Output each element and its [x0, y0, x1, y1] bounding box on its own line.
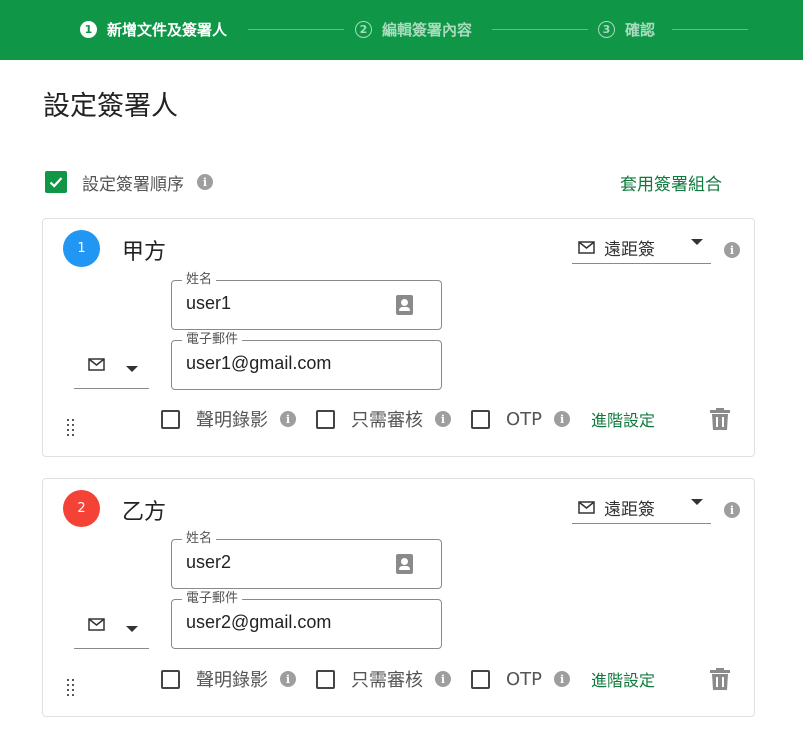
contact-book-icon[interactable]: [396, 554, 413, 574]
info-icon[interactable]: i: [280, 671, 296, 687]
step-number: 1: [80, 20, 97, 38]
step-divider: [492, 29, 588, 30]
sign-method-select[interactable]: 遠距簽: [572, 491, 711, 524]
option-label: OTP: [506, 668, 543, 690]
advanced-settings-link[interactable]: 進階設定: [591, 407, 655, 431]
advanced-settings-link[interactable]: 進階設定: [591, 667, 655, 691]
email-field-label: 電子郵件: [182, 591, 243, 607]
review-only-checkbox[interactable]: [316, 409, 335, 429]
otp-checkbox[interactable]: [471, 669, 490, 689]
step-2[interactable]: 2 編輯簽署內容: [355, 18, 472, 40]
name-field[interactable]: 姓名 user2: [171, 531, 442, 589]
info-icon[interactable]: i: [724, 502, 740, 518]
contact-book-icon[interactable]: [396, 295, 413, 315]
notify-channel-select[interactable]: [74, 353, 149, 389]
info-icon[interactable]: i: [435, 411, 451, 427]
step-number: 2: [355, 20, 372, 38]
email-field[interactable]: 電子郵件 user1@gmail.com: [171, 332, 442, 390]
info-icon[interactable]: i: [280, 411, 296, 427]
trash-icon[interactable]: [710, 668, 730, 690]
step-label: 確認: [625, 20, 656, 39]
step-number: 3: [598, 20, 615, 38]
chevron-down-icon: [691, 499, 703, 505]
step-3[interactable]: 3 確認: [598, 18, 655, 40]
step-divider: [248, 29, 344, 30]
stepper-header: 1 新增文件及簽署人 2 編輯簽署內容 3 確認: [0, 0, 803, 60]
sign-method-value: 遠距簽: [604, 239, 655, 260]
otp-checkbox[interactable]: [471, 409, 490, 429]
chevron-down-icon: [126, 626, 138, 632]
signer-name: 甲方: [122, 240, 167, 265]
name-field-value: user2: [186, 552, 232, 572]
signer-options-row: 聲明錄影 i 只需審核 i OTP i 進階設定: [161, 407, 655, 431]
signer-index-badge: 2: [63, 490, 100, 527]
email-field[interactable]: 電子郵件 user2@gmail.com: [171, 591, 442, 649]
email-field-value: user1@gmail.com: [186, 353, 332, 373]
info-icon[interactable]: i: [197, 174, 213, 190]
step-label: 編輯簽署內容: [382, 20, 473, 39]
info-icon[interactable]: i: [554, 671, 571, 687]
name-field-label: 姓名: [182, 531, 217, 547]
signer-name: 乙方: [122, 500, 167, 525]
signing-order-row: 設定簽署順序 i: [45, 170, 213, 195]
video-statement-checkbox[interactable]: [161, 409, 180, 429]
mail-icon: [578, 240, 595, 254]
signer-options-row: 聲明錄影 i 只需審核 i OTP i 進階設定: [161, 667, 655, 691]
step-1[interactable]: 1 新增文件及簽署人: [80, 18, 227, 40]
page-title: 設定簽署人: [43, 91, 178, 122]
step-label: 新增文件及簽署人: [107, 20, 228, 39]
sign-method-value: 遠距簽: [604, 499, 655, 520]
email-field-value: user2@gmail.com: [186, 612, 332, 632]
info-icon[interactable]: i: [724, 242, 740, 258]
chevron-down-icon: [691, 239, 703, 245]
signer-index-badge: 1: [63, 230, 100, 267]
option-label: 聲明錄影: [196, 670, 268, 691]
name-field-label: 姓名: [182, 272, 217, 288]
mail-icon: [578, 500, 595, 514]
signer-card-2: 2 乙方 遠距簽 i 姓名 user2 電子郵件 user2@gmail.com…: [42, 478, 755, 717]
option-label: 聲明錄影: [196, 410, 268, 431]
info-icon[interactable]: i: [435, 671, 451, 687]
drag-handle-icon[interactable]: [66, 419, 76, 441]
name-field[interactable]: 姓名 user1: [171, 272, 442, 330]
email-field-label: 電子郵件: [182, 332, 243, 348]
drag-handle-icon[interactable]: [66, 679, 76, 701]
trash-icon[interactable]: [710, 408, 730, 430]
option-label: 只需審核: [351, 410, 423, 431]
signer-card-1: 1 甲方 遠距簽 i 姓名 user1 電子郵件 user1@gmail.com…: [42, 218, 755, 457]
review-only-checkbox[interactable]: [316, 669, 335, 689]
option-label: 只需審核: [351, 670, 423, 691]
option-label: OTP: [506, 408, 543, 430]
signing-order-checkbox[interactable]: [45, 171, 67, 193]
apply-signer-group-link[interactable]: 套用簽署組合: [620, 170, 722, 195]
mail-icon: [88, 358, 105, 371]
signing-order-label: 設定簽署順序: [82, 174, 184, 195]
video-statement-checkbox[interactable]: [161, 669, 180, 689]
info-icon[interactable]: i: [554, 411, 571, 427]
chevron-down-icon: [126, 366, 138, 372]
step-divider: [672, 29, 748, 30]
name-field-value: user1: [186, 293, 232, 313]
notify-channel-select[interactable]: [74, 613, 149, 649]
sign-method-select[interactable]: 遠距簽: [572, 231, 711, 264]
mail-icon: [88, 618, 105, 631]
check-icon: [49, 177, 63, 188]
